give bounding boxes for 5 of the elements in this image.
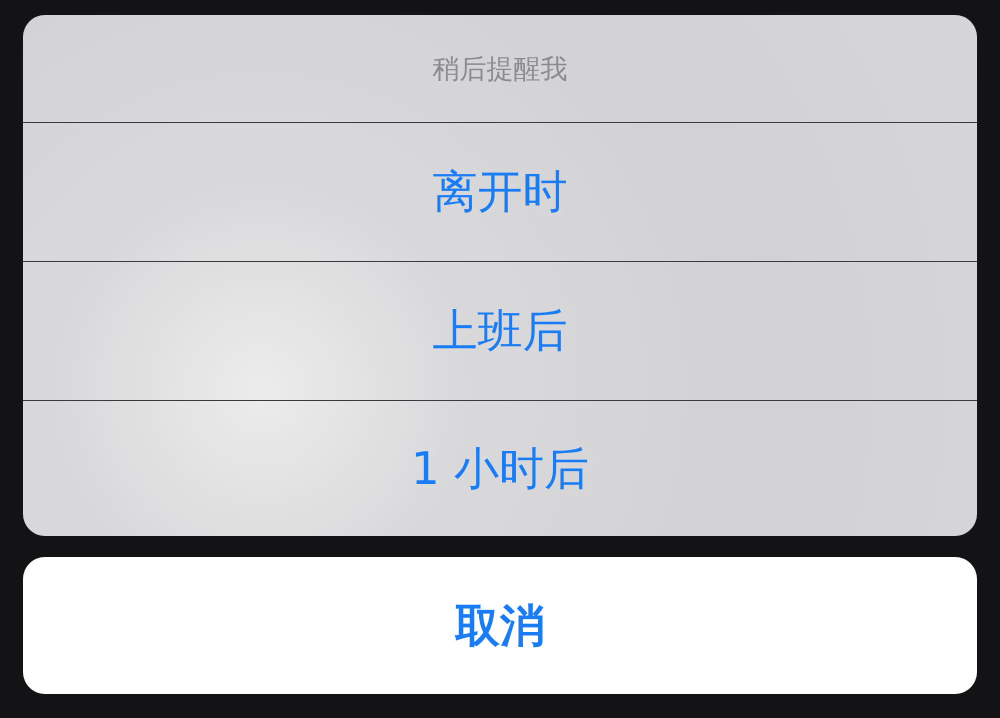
cancel-button[interactable]: 取消: [23, 557, 977, 694]
option-button[interactable]: 1 小时后: [23, 401, 977, 536]
option-button[interactable]: 离开时: [23, 123, 977, 262]
sheet-title: 稍后提醒我: [23, 15, 977, 123]
option-button[interactable]: 上班后: [23, 262, 977, 401]
